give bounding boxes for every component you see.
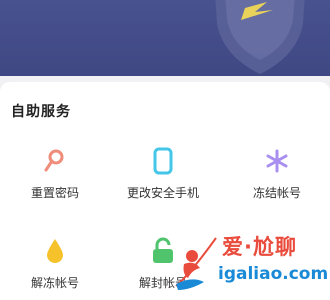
phone-icon	[148, 146, 178, 176]
shield-icon	[215, 0, 305, 74]
watermark-url: igaliao.com	[218, 264, 329, 284]
snowflake-icon	[262, 146, 292, 176]
header-banner	[0, 0, 330, 76]
watermark-text: 爱·尬聊	[222, 235, 297, 259]
unfreeze-account-label: 解冻帐号	[30, 276, 79, 290]
watermark-logo-icon	[175, 237, 217, 290]
section-title: 自助服务	[11, 104, 71, 120]
key-icon	[40, 146, 70, 176]
freeze-account-label: 冻结帐号	[252, 186, 301, 200]
water-drop-icon	[40, 236, 70, 266]
reset-password-label: 重置密码	[30, 186, 79, 200]
watermark: 爱·尬聊 igaliao.com	[170, 228, 330, 300]
change-security-phone-label: 更改安全手机	[126, 186, 199, 200]
